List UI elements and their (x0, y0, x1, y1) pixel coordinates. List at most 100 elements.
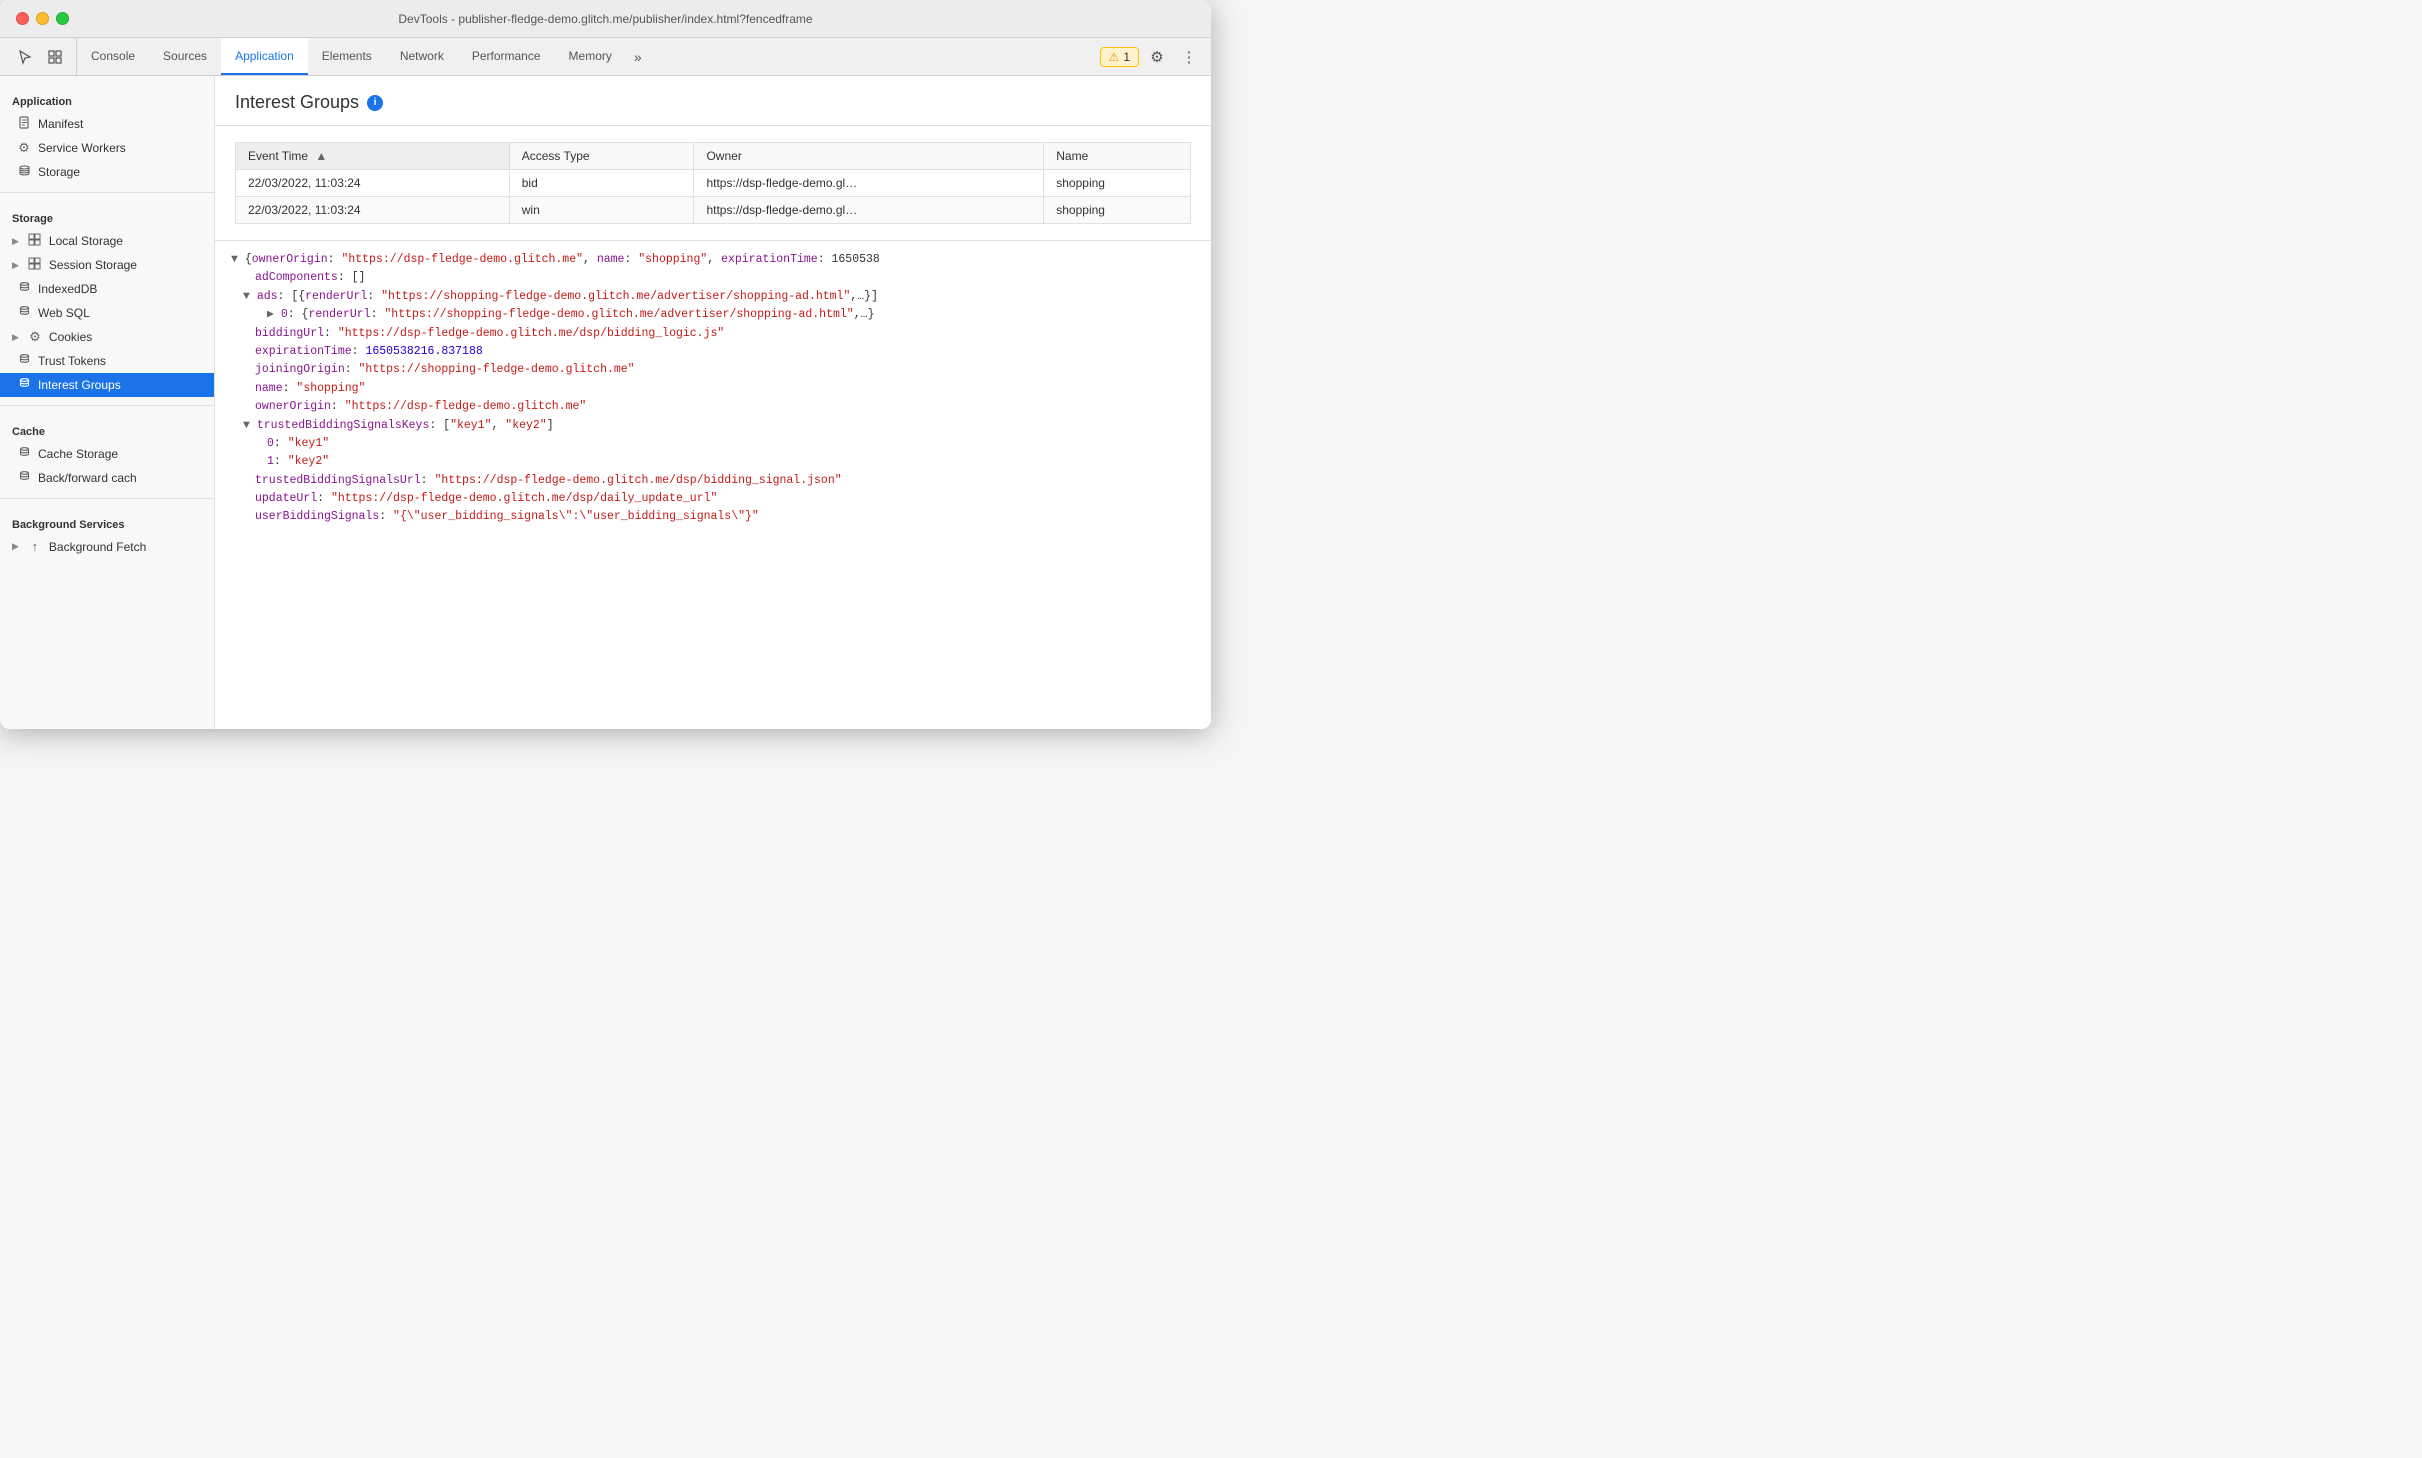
cursor-tool[interactable] (12, 44, 38, 70)
tab-memory[interactable]: Memory (555, 38, 626, 75)
inspect-tool[interactable] (42, 44, 68, 70)
json-collapse-1[interactable]: ▼ (231, 253, 238, 266)
json-viewer: ▼ {ownerOrigin: "https://dsp-fledge-demo… (215, 240, 1211, 729)
sidebar-item-back-forward-cache[interactable]: Back/forward cach (0, 466, 214, 490)
table-row[interactable]: 22/03/2022, 11:03:24 bid https://dsp-fle… (236, 170, 1191, 197)
tab-performance[interactable]: Performance (458, 38, 555, 75)
local-storage-icon (27, 233, 43, 249)
table-row[interactable]: 22/03/2022, 11:03:24 win https://dsp-fle… (236, 197, 1191, 224)
more-tabs-button[interactable]: » (626, 38, 650, 75)
session-storage-chevron: ▶ (12, 260, 19, 271)
sidebar-section-application: Application (0, 84, 214, 112)
session-storage-icon (27, 257, 43, 273)
cell-event-time-2: 22/03/2022, 11:03:24 (236, 197, 510, 224)
devtools-window: DevTools - publisher-fledge-demo.glitch.… (0, 0, 1211, 729)
tabbar: Console Sources Application Elements Net… (0, 38, 1211, 76)
interest-groups-table: Event Time ▲ Access Type Owner Name (235, 142, 1191, 224)
json-collapse-3[interactable]: ▼ (243, 290, 250, 303)
indexeddb-icon (16, 281, 32, 297)
col-name-label: Name (1056, 149, 1088, 163)
sidebar-item-manifest[interactable]: Manifest (0, 112, 214, 136)
settings-button[interactable]: ⚙ (1143, 43, 1171, 71)
sidebar-background-fetch-label: Background Fetch (49, 540, 146, 554)
minimize-button[interactable] (36, 12, 49, 25)
tab-console[interactable]: Console (77, 38, 149, 75)
cache-storage-icon (16, 446, 32, 462)
trust-tokens-icon (16, 353, 32, 369)
sidebar-item-local-storage[interactable]: ▶ Local Storage (0, 229, 214, 253)
col-owner-label: Owner (706, 149, 741, 163)
json-line-8: name: "shopping" (231, 380, 1195, 398)
background-fetch-chevron: ▶ (12, 541, 19, 552)
toolbar-tools (4, 38, 77, 75)
sidebar-sep-3 (0, 498, 214, 499)
sidebar-section-background: Background Services (0, 507, 214, 535)
warning-count: 1 (1123, 50, 1130, 64)
sidebar-item-session-storage[interactable]: ▶ Session Storage (0, 253, 214, 277)
sidebar-indexeddb-label: IndexedDB (38, 282, 97, 296)
background-fetch-icon: ↑ (27, 539, 43, 554)
warning-icon: ⚠ (1109, 50, 1120, 64)
tab-network[interactable]: Network (386, 38, 458, 75)
manifest-icon (16, 116, 32, 132)
sidebar-item-service-workers[interactable]: ⚙ Service Workers (0, 136, 214, 160)
traffic-lights (16, 12, 69, 25)
sidebar-section-storage: Storage (0, 201, 214, 229)
tabbar-actions: ⚠ 1 ⚙ ⋮ (1100, 38, 1211, 75)
col-access-type[interactable]: Access Type (509, 143, 694, 170)
json-line-9: ownerOrigin: "https://dsp-fledge-demo.gl… (231, 398, 1195, 416)
json-line-5: biddingUrl: "https://dsp-fledge-demo.gli… (231, 325, 1195, 343)
json-line-15: userBiddingSignals: "{\"user_bidding_sig… (231, 508, 1195, 526)
sidebar-trust-tokens-label: Trust Tokens (38, 354, 106, 368)
json-line-2: adComponents: [] (231, 269, 1195, 287)
sidebar-item-trust-tokens[interactable]: Trust Tokens (0, 349, 214, 373)
json-line-10: ▼ trustedBiddingSignalsKeys: ["key1", "k… (231, 417, 1195, 435)
sidebar-item-cookies[interactable]: ▶ ⚙ Cookies (0, 325, 214, 349)
json-collapse-10[interactable]: ▼ (243, 419, 250, 432)
json-line-3: ▼ ads: [{renderUrl: "https://shopping-fl… (231, 288, 1195, 306)
json-line-1: ▼ {ownerOrigin: "https://dsp-fledge-demo… (231, 251, 1195, 269)
close-button[interactable] (16, 12, 29, 25)
interest-groups-table-wrapper: Event Time ▲ Access Type Owner Name (215, 126, 1211, 240)
sidebar-back-forward-cache-label: Back/forward cach (38, 471, 137, 485)
sidebar-session-storage-label: Session Storage (49, 258, 137, 272)
panel-title-text: Interest Groups (235, 92, 359, 113)
cell-name-2: shopping (1044, 197, 1191, 224)
sidebar-item-indexeddb[interactable]: IndexedDB (0, 277, 214, 301)
main-content: Application Manifest ⚙ Service Workers S… (0, 76, 1211, 729)
sidebar-cache-storage-label: Cache Storage (38, 447, 118, 461)
tab-sources[interactable]: Sources (149, 38, 221, 75)
service-workers-icon: ⚙ (16, 140, 32, 156)
maximize-button[interactable] (56, 12, 69, 25)
sidebar-local-storage-label: Local Storage (49, 234, 123, 248)
sidebar-web-sql-label: Web SQL (38, 306, 90, 320)
col-name[interactable]: Name (1044, 143, 1191, 170)
sort-arrow-icon: ▲ (315, 149, 327, 163)
sidebar-item-interest-groups[interactable]: Interest Groups (0, 373, 214, 397)
warning-button[interactable]: ⚠ 1 (1100, 47, 1139, 67)
more-options-button[interactable]: ⋮ (1175, 43, 1203, 71)
sidebar-item-sw-label: Service Workers (38, 141, 126, 155)
sidebar-item-cache-storage[interactable]: Cache Storage (0, 442, 214, 466)
cell-owner-2: https://dsp-fledge-demo.gl… (694, 197, 1044, 224)
cookies-icon: ⚙ (27, 329, 43, 345)
col-event-time[interactable]: Event Time ▲ (236, 143, 510, 170)
sidebar-item-web-sql[interactable]: Web SQL (0, 301, 214, 325)
tab-application[interactable]: Application (221, 38, 308, 75)
info-icon-button[interactable]: i (367, 95, 383, 111)
tab-elements[interactable]: Elements (308, 38, 386, 75)
sidebar-item-storage-app[interactable]: Storage (0, 160, 214, 184)
json-collapse-4[interactable]: ▶ (267, 308, 274, 321)
window-title: DevTools - publisher-fledge-demo.glitch.… (398, 12, 812, 26)
cell-owner-1: https://dsp-fledge-demo.gl… (694, 170, 1044, 197)
cell-access-type-2: win (509, 197, 694, 224)
json-line-13: trustedBiddingSignalsUrl: "https://dsp-f… (231, 472, 1195, 490)
cell-event-time-1: 22/03/2022, 11:03:24 (236, 170, 510, 197)
json-line-11: 0: "key1" (231, 435, 1195, 453)
sidebar-item-background-fetch[interactable]: ▶ ↑ Background Fetch (0, 535, 214, 558)
sidebar-item-storage-label: Storage (38, 165, 80, 179)
web-sql-icon (16, 305, 32, 321)
col-owner[interactable]: Owner (694, 143, 1044, 170)
sidebar-sep-2 (0, 405, 214, 406)
local-storage-chevron: ▶ (12, 236, 19, 247)
